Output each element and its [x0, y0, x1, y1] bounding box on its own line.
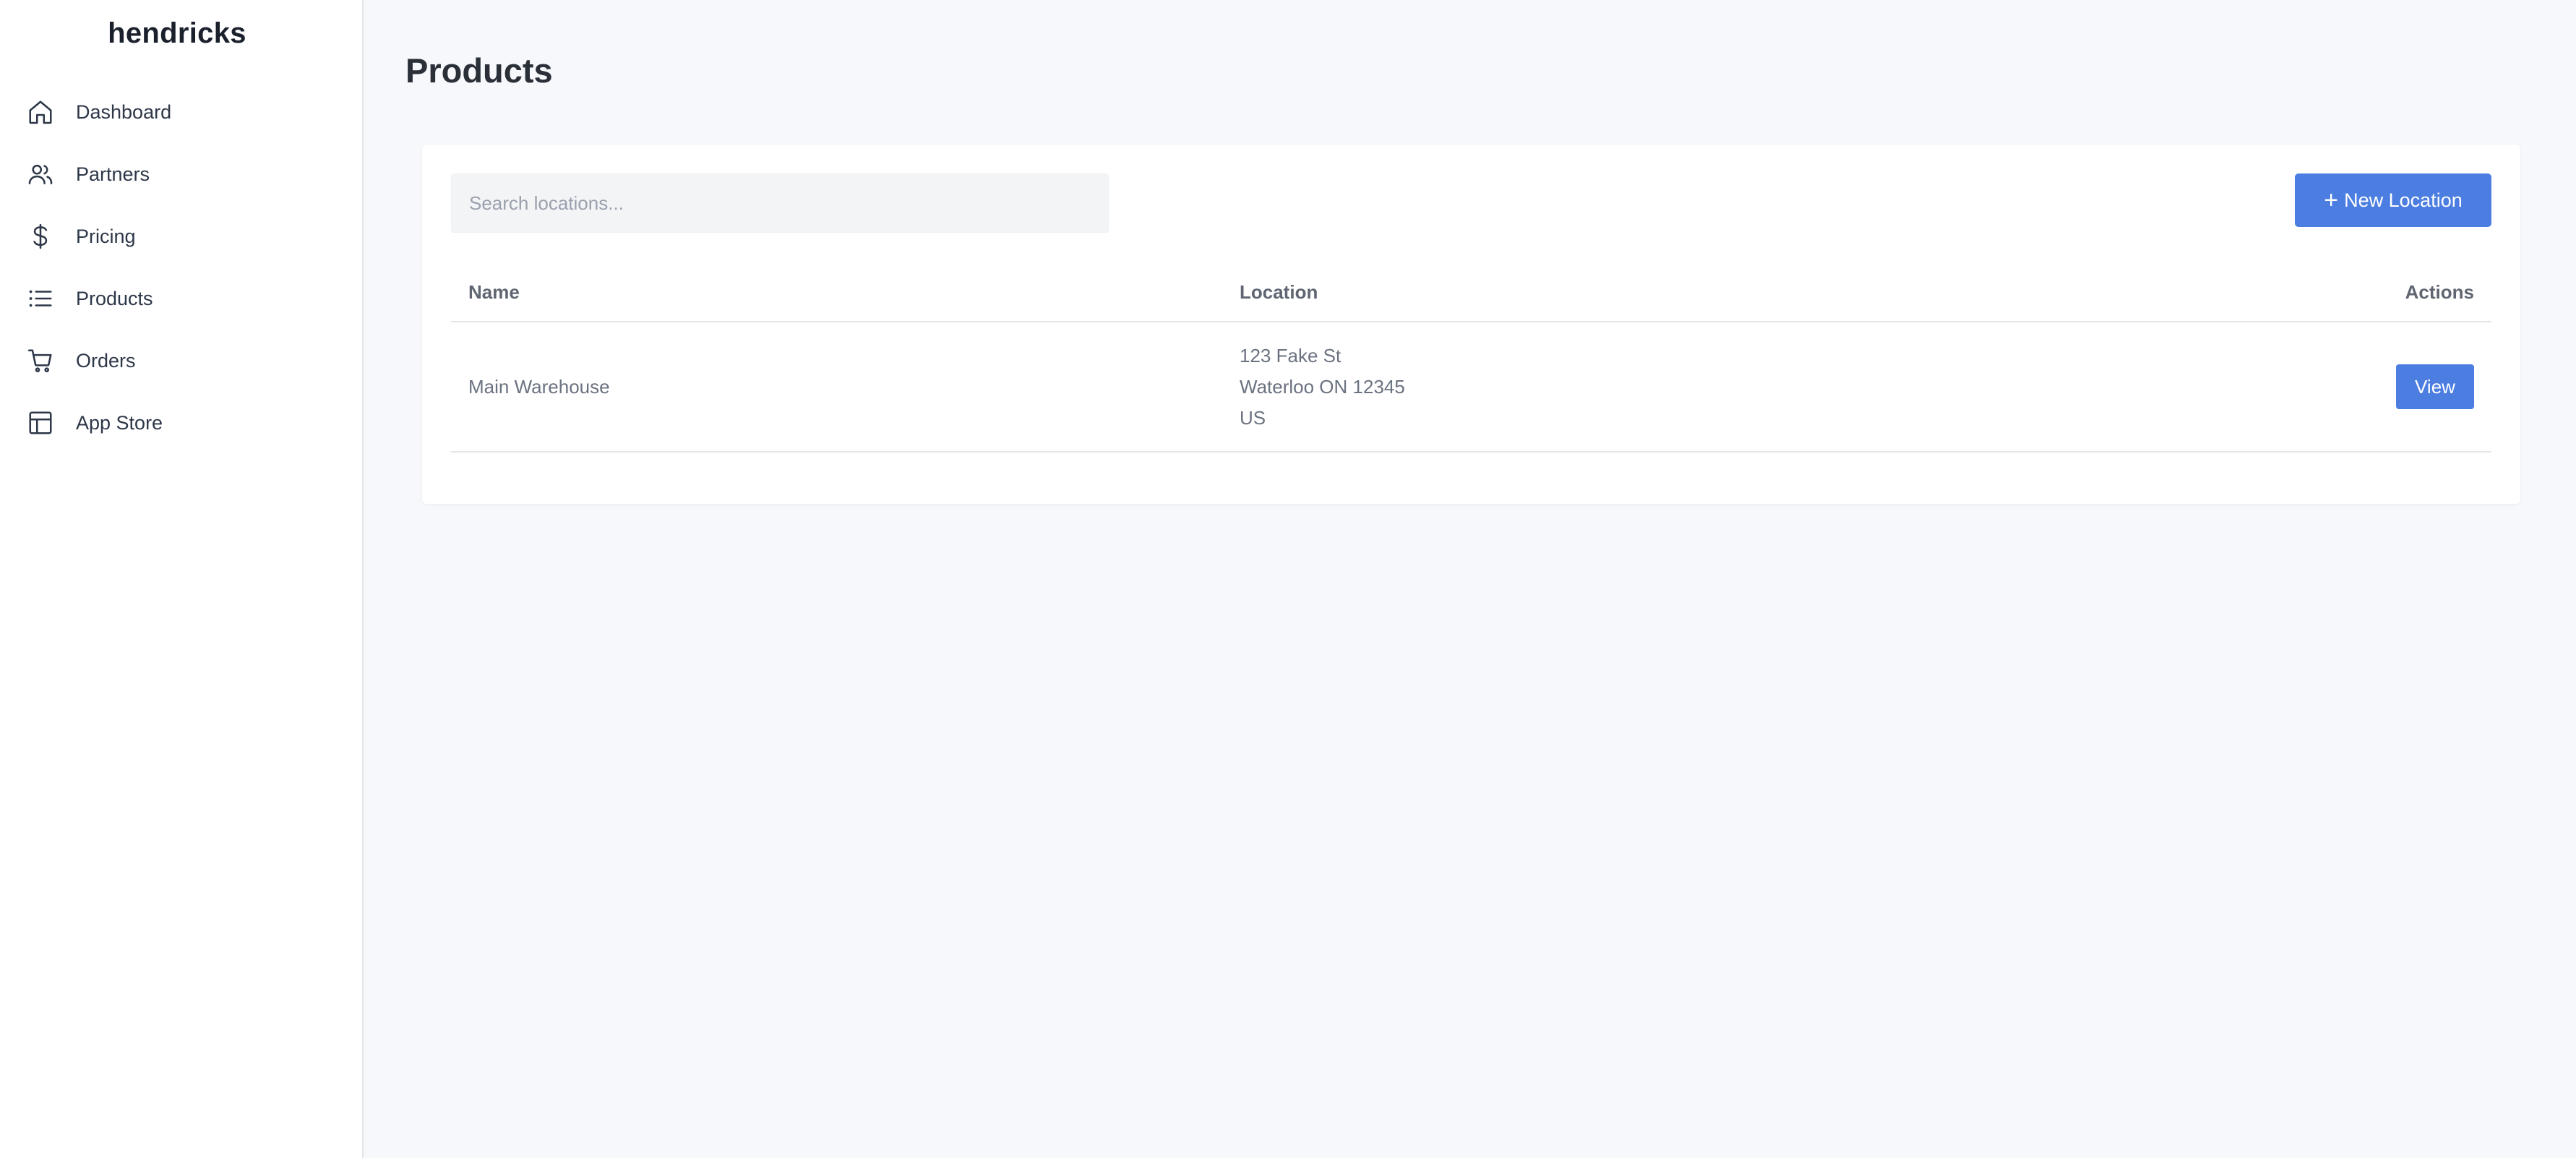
brand-logo[interactable]: hendricks: [0, 17, 354, 50]
sidebar: hendricks Dashboard Partners Pricing Pro…: [0, 0, 364, 1158]
table-header-row: Name Location Actions: [451, 263, 2491, 322]
cell-location: 123 Fake St Waterloo ON 12345 US: [1222, 322, 2052, 453]
locations-table: Name Location Actions Main Warehouse 123…: [451, 263, 2491, 453]
sidebar-item-dashboard[interactable]: Dashboard: [0, 81, 362, 143]
dollar-icon: [26, 222, 55, 251]
column-header-actions: Actions: [2052, 263, 2491, 322]
cell-name: Main Warehouse: [451, 322, 1222, 453]
sidebar-item-label: Pricing: [76, 225, 136, 247]
column-header-location[interactable]: Location: [1222, 263, 2052, 322]
sidebar-item-label: App Store: [76, 411, 163, 434]
locations-card: + New Location Name Location Actions Mai…: [422, 145, 2520, 504]
column-header-name[interactable]: Name: [451, 263, 1222, 322]
users-icon: [26, 160, 55, 189]
page-title: Products: [405, 51, 553, 90]
app-root: hendricks Dashboard Partners Pricing Pro…: [0, 0, 2576, 1158]
sidebar-item-partners[interactable]: Partners: [0, 143, 362, 205]
sidebar-item-products[interactable]: Products: [0, 267, 362, 330]
list-icon: [26, 284, 55, 313]
main-content: Products + New Location Name Location Ac…: [364, 0, 2576, 1158]
sidebar-item-label: Products: [76, 287, 153, 309]
home-icon: [26, 98, 55, 126]
sidebar-nav: Dashboard Partners Pricing Products Orde…: [0, 81, 362, 454]
address-line-2: Waterloo ON 12345: [1240, 375, 1405, 398]
table-row: Main Warehouse 123 Fake St Waterloo ON 1…: [451, 322, 2491, 453]
cell-actions: View: [2052, 322, 2491, 453]
sidebar-item-pricing[interactable]: Pricing: [0, 205, 362, 267]
sidebar-item-label: Dashboard: [76, 100, 172, 123]
new-location-button[interactable]: + New Location: [2295, 173, 2491, 227]
cart-icon: [26, 346, 55, 375]
view-button[interactable]: View: [2396, 364, 2474, 409]
sidebar-item-label: Partners: [76, 163, 150, 185]
plus-icon: +: [2324, 186, 2339, 214]
new-location-label: New Location: [2344, 189, 2463, 211]
sidebar-item-app-store[interactable]: App Store: [0, 392, 362, 454]
sidebar-item-label: Orders: [76, 349, 136, 372]
address-line-1: 123 Fake St: [1240, 344, 1341, 366]
layout-icon: [26, 408, 55, 437]
address-line-3: US: [1240, 406, 1266, 429]
sidebar-item-orders[interactable]: Orders: [0, 330, 362, 392]
search-input[interactable]: [451, 173, 1109, 233]
